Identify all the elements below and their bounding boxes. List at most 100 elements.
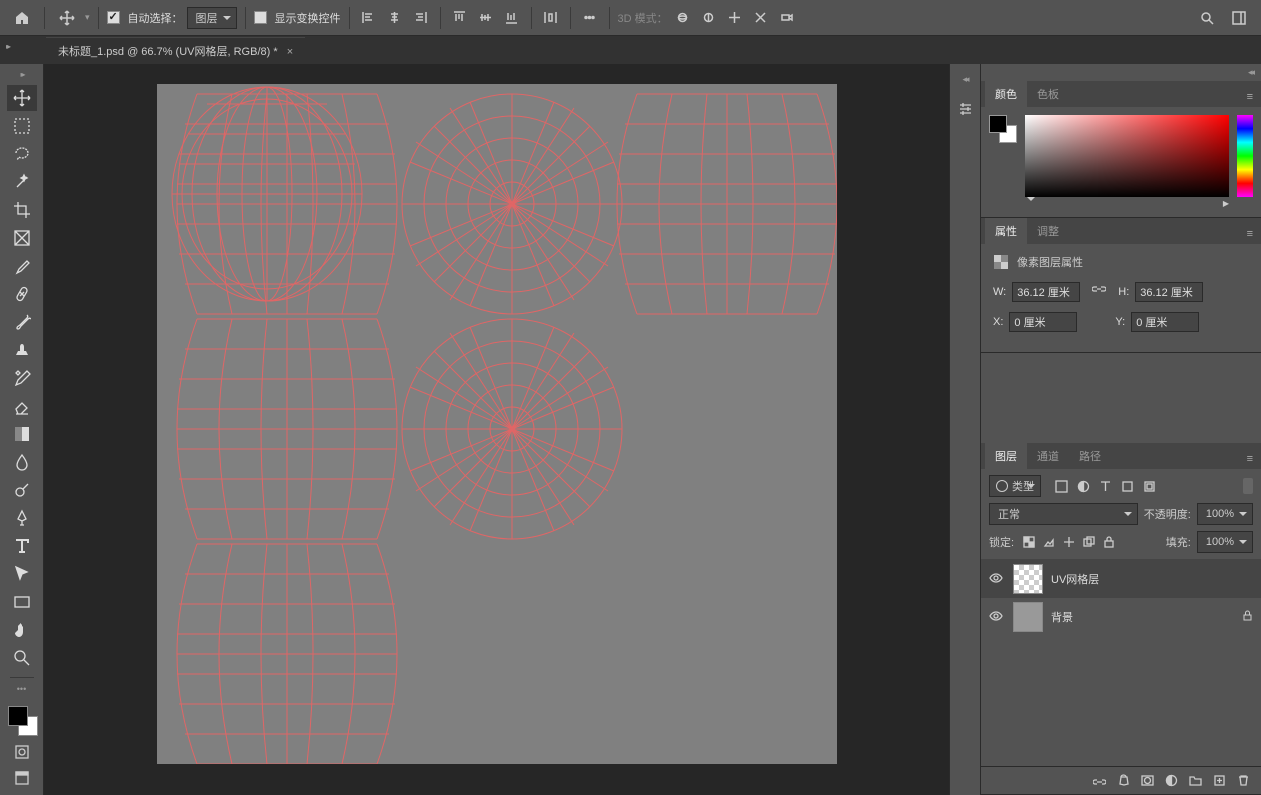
x-input[interactable] xyxy=(1009,312,1077,332)
auto-select-dropdown[interactable]: 图层 xyxy=(187,7,237,29)
lock-image-icon[interactable] xyxy=(1040,533,1058,551)
tab-channels[interactable]: 通道 xyxy=(1027,443,1069,469)
marquee-tool[interactable] xyxy=(7,113,37,139)
panel-menu-icon[interactable]: ≡ xyxy=(1239,87,1261,107)
document-canvas[interactable] xyxy=(157,84,837,764)
opacity-input[interactable]: 100% xyxy=(1197,503,1253,525)
dock-handle-icon[interactable]: ◂◂ xyxy=(962,74,967,85)
hand-tool[interactable] xyxy=(7,617,37,643)
filter-type-icon[interactable] xyxy=(1095,476,1115,496)
distribute-h-icon[interactable] xyxy=(540,7,562,29)
properties-title: 像素图层属性 xyxy=(1017,254,1083,270)
frame-tool[interactable] xyxy=(7,225,37,251)
foreground-color[interactable] xyxy=(8,706,28,726)
clone-stamp-tool[interactable] xyxy=(7,337,37,363)
filter-smart-icon[interactable] xyxy=(1139,476,1159,496)
y-input[interactable] xyxy=(1131,312,1199,332)
edit-toolbar-icon[interactable]: ••• xyxy=(17,684,26,694)
align-center-h-icon[interactable] xyxy=(384,7,406,29)
lock-nesting-icon[interactable] xyxy=(1080,533,1098,551)
toolbox-handle-icon[interactable]: ▸▸ xyxy=(20,70,22,79)
panel-menu-icon[interactable]: ≡ xyxy=(1239,449,1261,469)
dodge-tool[interactable] xyxy=(7,477,37,503)
filter-pixel-icon[interactable] xyxy=(1051,476,1071,496)
lock-all-icon[interactable] xyxy=(1100,533,1118,551)
collapsed-panel-dock: ◂◂ xyxy=(949,64,981,795)
color-slider[interactable] xyxy=(1025,199,1229,209)
tab-paths[interactable]: 路径 xyxy=(1069,443,1111,469)
layer-thumbnail[interactable] xyxy=(1013,602,1043,632)
color-field[interactable] xyxy=(1025,115,1229,197)
align-left-icon[interactable] xyxy=(358,7,380,29)
adjustment-layer-icon[interactable] xyxy=(1161,771,1181,791)
panel-menu-icon[interactable]: ≡ xyxy=(1239,224,1261,244)
layer-item[interactable]: 背景 xyxy=(981,598,1261,636)
layer-thumbnail[interactable] xyxy=(1013,564,1043,594)
lasso-tool[interactable] xyxy=(7,141,37,167)
document-tab[interactable]: 未标题_1.psd @ 66.7% (UV网格层, RGB/8) * × xyxy=(46,37,305,64)
show-transform-checkbox[interactable] xyxy=(254,11,267,24)
width-input[interactable] xyxy=(1012,282,1080,302)
lock-transparency-icon[interactable] xyxy=(1020,533,1038,551)
color-swatches-mini[interactable] xyxy=(989,115,1017,143)
screen-mode-icon[interactable] xyxy=(12,768,32,788)
brush-tool[interactable] xyxy=(7,309,37,335)
align-top-icon[interactable] xyxy=(449,7,471,29)
panels-handle-icon[interactable]: ◂◂ xyxy=(981,64,1261,81)
layer-item[interactable]: UV网格层 xyxy=(981,560,1261,598)
fill-input[interactable]: 100% xyxy=(1197,531,1253,553)
auto-select-checkbox[interactable] xyxy=(107,11,120,24)
link-wh-icon[interactable] xyxy=(1092,286,1106,299)
delete-layer-icon[interactable] xyxy=(1233,771,1253,791)
group-icon[interactable] xyxy=(1185,771,1205,791)
layer-name: UV网格层 xyxy=(1051,571,1099,587)
tab-adjustments[interactable]: 调整 xyxy=(1027,218,1069,244)
lock-icon xyxy=(1242,610,1253,624)
layer-mask-icon[interactable] xyxy=(1137,771,1157,791)
align-middle-icon[interactable] xyxy=(475,7,497,29)
eraser-tool[interactable] xyxy=(7,393,37,419)
hue-strip[interactable] xyxy=(1237,115,1253,197)
lock-position-icon[interactable] xyxy=(1060,533,1078,551)
search-icon[interactable] xyxy=(1193,4,1221,32)
align-right-icon[interactable] xyxy=(410,7,432,29)
filter-toggle[interactable] xyxy=(1243,478,1253,494)
filter-adjust-icon[interactable] xyxy=(1073,476,1093,496)
healing-brush-tool[interactable] xyxy=(7,281,37,307)
move-tool[interactable] xyxy=(7,85,37,111)
layer-style-icon[interactable] xyxy=(1113,771,1133,791)
tab-properties[interactable]: 属性 xyxy=(985,218,1027,244)
history-brush-tool[interactable] xyxy=(7,365,37,391)
rectangle-tool[interactable] xyxy=(7,589,37,615)
blur-tool[interactable] xyxy=(7,449,37,475)
zoom-tool[interactable] xyxy=(7,645,37,671)
tab-layers[interactable]: 图层 xyxy=(985,443,1027,469)
layer-filter-kind[interactable]: 类型 xyxy=(989,475,1041,497)
color-swatches[interactable] xyxy=(6,704,38,736)
new-layer-icon[interactable] xyxy=(1209,771,1229,791)
crop-tool[interactable] xyxy=(7,197,37,223)
adjustments-panel-icon[interactable] xyxy=(954,97,976,119)
align-bottom-icon[interactable] xyxy=(501,7,523,29)
pen-tool[interactable] xyxy=(7,505,37,531)
visibility-toggle[interactable] xyxy=(989,609,1005,626)
canvas-area[interactable] xyxy=(44,64,949,795)
link-layers-icon[interactable] xyxy=(1089,771,1109,791)
tabbar-handle-icon[interactable] xyxy=(6,40,16,50)
magic-wand-tool[interactable] xyxy=(7,169,37,195)
workspace-icon[interactable] xyxy=(1225,4,1253,32)
eyedropper-tool[interactable] xyxy=(7,253,37,279)
visibility-toggle[interactable] xyxy=(989,571,1005,588)
path-selection-tool[interactable] xyxy=(7,561,37,587)
home-icon[interactable] xyxy=(8,4,36,32)
move-tool-icon[interactable] xyxy=(53,4,81,32)
quick-mask-icon[interactable] xyxy=(12,742,32,762)
blend-mode-dropdown[interactable]: 正常 xyxy=(989,503,1138,525)
tab-swatches[interactable]: 色板 xyxy=(1027,81,1069,107)
gradient-tool[interactable] xyxy=(7,421,37,447)
type-tool[interactable] xyxy=(7,533,37,559)
filter-shape-icon[interactable] xyxy=(1117,476,1137,496)
height-input[interactable] xyxy=(1135,282,1203,302)
tab-color[interactable]: 颜色 xyxy=(985,81,1027,107)
more-options-icon[interactable] xyxy=(579,7,601,29)
